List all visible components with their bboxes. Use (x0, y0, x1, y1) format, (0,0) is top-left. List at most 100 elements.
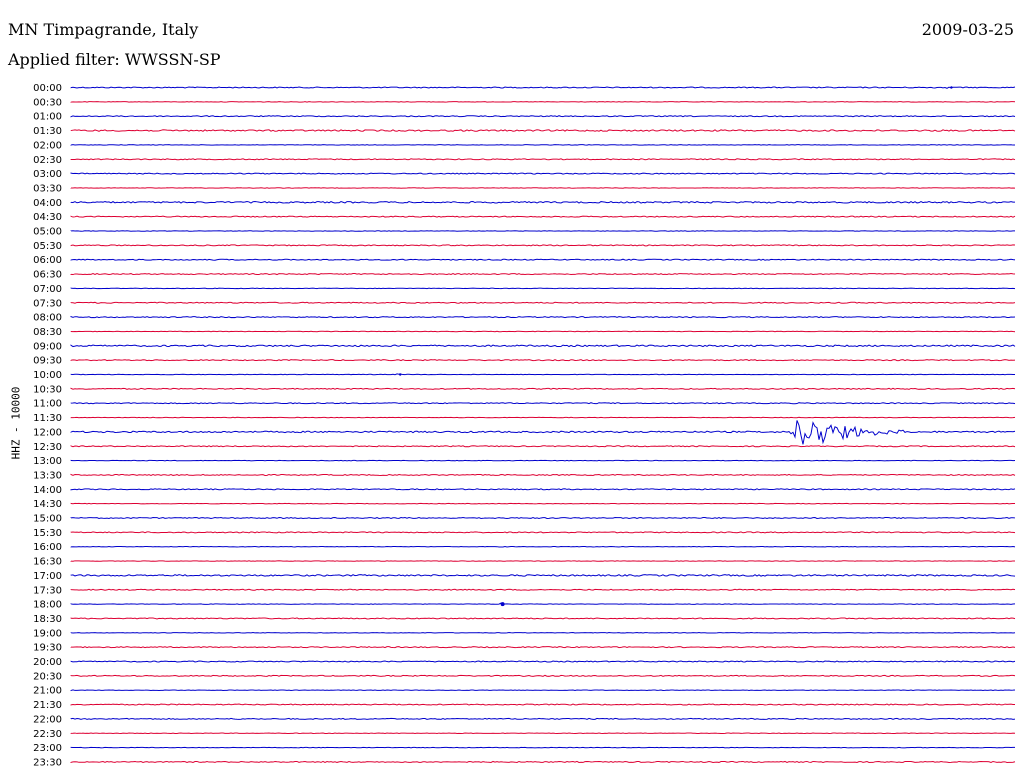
time-tick-label: 08:00 (33, 313, 62, 324)
seismogram-plot: 00:00 00:30 01:00 01:30 02:00 02:30 03:00 03:30… (33, 83, 1016, 768)
time-tick-label: 13:30 (33, 470, 62, 481)
trace-line (70, 315, 1016, 319)
trace-line (70, 674, 1016, 677)
time-tick-label: 16:30 (33, 557, 62, 568)
time-tick-label: 20:00 (33, 657, 62, 668)
trace-line (70, 632, 1016, 634)
trace-line (70, 574, 1016, 577)
time-tick-label: 17:00 (33, 571, 62, 582)
trace-line (70, 588, 1016, 591)
trace-line (70, 459, 1016, 462)
trace-line (70, 545, 1016, 548)
trace-line (70, 172, 1016, 175)
time-tick-label: 04:00 (33, 198, 62, 209)
trace-line (70, 746, 1016, 749)
trace-line (70, 502, 1016, 505)
time-tick-label: 01:00 (33, 112, 62, 123)
trace-line (70, 646, 1016, 649)
time-tick-label: 14:30 (33, 499, 62, 510)
time-tick-label: 00:30 (33, 97, 62, 108)
event-spike (950, 86, 953, 89)
trace-line (70, 373, 1016, 376)
trace-line (70, 129, 1016, 132)
trace-line (70, 617, 1016, 620)
time-tick-label: 20:30 (33, 671, 62, 682)
time-tick-label: 11:00 (33, 399, 62, 410)
time-tick-label: 01:30 (33, 126, 62, 137)
trace-line (70, 445, 1016, 448)
event-spike (500, 602, 505, 607)
time-tick-label: 12:00 (33, 427, 62, 438)
time-tick-label: 04:30 (33, 212, 62, 223)
time-tick-label: 13:00 (33, 456, 62, 467)
time-tick-label: 18:00 (33, 600, 62, 611)
trace-line (70, 717, 1016, 720)
time-tick-label: 19:00 (33, 628, 62, 639)
time-tick-label: 22:30 (33, 729, 62, 740)
trace-line (70, 602, 1016, 605)
trace-line (70, 387, 1016, 390)
trace-line (70, 531, 1016, 534)
trace-line (70, 488, 1016, 491)
time-tick-label: 16:00 (33, 542, 62, 553)
trace-line (70, 473, 1016, 476)
trace-line (70, 560, 1016, 562)
trace-line (70, 344, 1016, 348)
time-tick-label: 21:30 (33, 700, 62, 711)
time-tick-label: 05:30 (33, 241, 62, 252)
time-tick-label: 14:00 (33, 485, 62, 496)
time-tick-label: 08:30 (33, 327, 62, 338)
trace-line (70, 732, 1016, 735)
trace-line (70, 86, 1016, 89)
trace-line (70, 244, 1016, 247)
event-spike (399, 373, 402, 376)
time-tick-label: 06:30 (33, 270, 62, 281)
time-tick-label: 10:30 (33, 384, 62, 395)
trace-line (70, 689, 1016, 692)
trace-line (70, 416, 1016, 419)
time-tick-label: 22:00 (33, 714, 62, 725)
time-tick-label: 07:00 (33, 284, 62, 295)
time-tick-label: 21:00 (33, 686, 62, 697)
time-tick-label: 15:00 (33, 514, 62, 525)
time-tick-label: 03:00 (33, 169, 62, 180)
trace-line (70, 420, 1016, 445)
time-tick-label: 09:30 (33, 356, 62, 367)
trace-line (70, 200, 1016, 204)
trace-line (70, 187, 1016, 189)
trace-line (70, 301, 1016, 304)
time-tick-label: 02:30 (33, 155, 62, 166)
time-tick-label: 10:00 (33, 370, 62, 381)
trace-line (70, 158, 1016, 161)
time-tick-label: 03:30 (33, 183, 62, 194)
time-tick-label: 23:00 (33, 743, 62, 754)
trace-line (70, 760, 1016, 764)
time-tick-label: 17:30 (33, 585, 62, 596)
trace-line (70, 215, 1016, 218)
time-tick-label: 12:30 (33, 442, 62, 453)
trace-line (70, 273, 1016, 276)
time-tick-label: 09:00 (33, 341, 62, 352)
trace-line (70, 101, 1016, 103)
trace-line (70, 660, 1016, 663)
trace-line (70, 230, 1016, 232)
time-tick-label: 00:00 (33, 83, 62, 94)
trace-line (70, 516, 1016, 520)
time-tick-label: 15:30 (33, 528, 62, 539)
trace-line (70, 144, 1016, 146)
trace-line (70, 287, 1016, 290)
time-tick-label: 19:30 (33, 643, 62, 654)
time-tick-label: 11:30 (33, 413, 62, 424)
time-tick-label: 07:30 (33, 298, 62, 309)
trace-line (70, 330, 1016, 333)
trace-line (70, 115, 1016, 118)
time-tick-label: 06:00 (33, 255, 62, 266)
time-tick-label: 18:30 (33, 614, 62, 625)
time-tick-label: 02:00 (33, 140, 62, 151)
trace-line (70, 402, 1016, 405)
time-tick-label: 23:30 (33, 757, 62, 768)
trace-line (70, 258, 1016, 261)
trace-line (70, 703, 1016, 706)
time-tick-label: 05:00 (33, 227, 62, 238)
trace-line (70, 359, 1016, 362)
